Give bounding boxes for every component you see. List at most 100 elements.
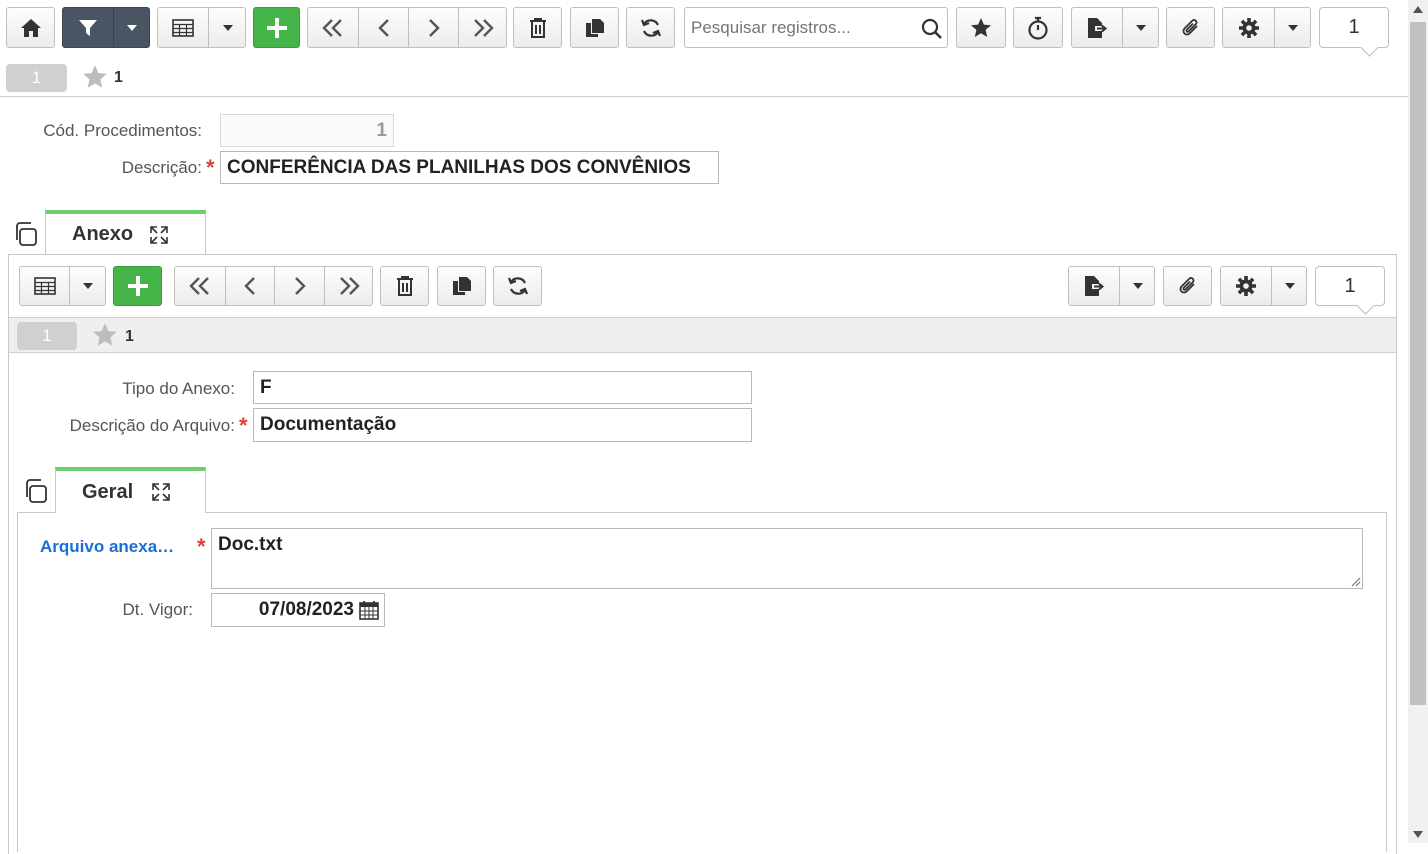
- favorite-star-icon[interactable]: [82, 64, 108, 89]
- sub-record-bar: [9, 317, 1396, 353]
- search-input[interactable]: [689, 14, 909, 42]
- scroll-down-icon[interactable]: [1413, 831, 1423, 838]
- arquivo-anexado-link[interactable]: Arquivo anexa…: [40, 537, 174, 557]
- grid-icon: [172, 18, 194, 37]
- sub-record-number-box[interactable]: 1: [1315, 266, 1385, 306]
- add-button[interactable]: [253, 7, 300, 48]
- export-dropdown[interactable]: [1122, 8, 1159, 47]
- required-mark: *: [206, 155, 215, 180]
- sub-add-button[interactable]: [113, 266, 162, 306]
- sub-grid-view-button[interactable]: [20, 267, 69, 305]
- arquivo-anexado-field[interactable]: Doc.txt: [211, 528, 1363, 589]
- cod-procedimentos-field: 1: [220, 114, 394, 147]
- sub-export-dropdown[interactable]: [1119, 267, 1155, 305]
- sub-first-record-button[interactable]: [175, 267, 225, 305]
- dt-vigor-label: Dt. Vigor:: [122, 600, 193, 619]
- tab-geral-label: Geral: [82, 480, 134, 503]
- sub-record-number: 1: [1344, 274, 1356, 297]
- sub-settings-dropdown[interactable]: [1271, 267, 1307, 305]
- record-pill[interactable]: 1: [6, 64, 67, 92]
- dt-vigor-value: 07/08/2023: [258, 599, 354, 620]
- home-button[interactable]: [6, 7, 55, 48]
- filter-button[interactable]: [63, 8, 113, 47]
- timer-button[interactable]: [1013, 7, 1063, 48]
- attachment-button[interactable]: [1166, 7, 1215, 48]
- chevron-down-icon: [222, 24, 233, 31]
- calendar-icon[interactable]: [359, 600, 379, 620]
- grid-view-dropdown[interactable]: [208, 8, 246, 47]
- required-mark: *: [197, 534, 206, 559]
- tipo-anexo-field[interactable]: F: [253, 371, 752, 404]
- scroll-up-icon[interactable]: [1413, 6, 1423, 13]
- chevron-down-icon: [1284, 283, 1295, 289]
- sub-duplicate-button[interactable]: [437, 266, 486, 306]
- duplicate-button[interactable]: [570, 7, 619, 48]
- sub-export-button[interactable]: [1069, 267, 1119, 305]
- last-record-button[interactable]: [458, 8, 507, 47]
- filter-button-group[interactable]: [62, 7, 150, 48]
- export-button-group[interactable]: [1071, 7, 1159, 48]
- sub-grid-view-dropdown[interactable]: [69, 267, 106, 305]
- sub-settings-button-group[interactable]: [1220, 266, 1307, 306]
- double-chevron-left-icon: [321, 18, 345, 38]
- sub-refresh-button[interactable]: [493, 266, 542, 306]
- sub-attachment-button[interactable]: [1163, 266, 1212, 306]
- sub-last-record-button[interactable]: [324, 267, 373, 305]
- descricao-arquivo-field[interactable]: Documentação: [253, 408, 752, 442]
- refresh-icon: [507, 275, 529, 297]
- vertical-scrollbar[interactable]: [1408, 0, 1428, 843]
- gear-icon: [1238, 17, 1260, 39]
- record-number-box[interactable]: 1: [1319, 7, 1389, 48]
- expand-icon[interactable]: [151, 482, 171, 502]
- tab-geral[interactable]: Geral: [55, 467, 206, 513]
- next-record-button[interactable]: [408, 8, 458, 47]
- first-record-button[interactable]: [308, 8, 358, 47]
- copy-icon: [585, 18, 605, 38]
- expand-icon[interactable]: [149, 225, 169, 245]
- settings-dropdown[interactable]: [1274, 8, 1311, 47]
- double-chevron-left-icon: [188, 276, 212, 296]
- record-number: 1: [1348, 16, 1360, 38]
- prev-record-button[interactable]: [358, 8, 408, 47]
- sub-prev-record-button[interactable]: [225, 267, 274, 305]
- chevron-down-icon: [1132, 283, 1143, 289]
- divider: [0, 96, 1408, 97]
- sub-record-pill[interactable]: 1: [17, 322, 77, 350]
- sub-favorite-count: 1: [125, 328, 134, 345]
- descricao-arquivo-label: Descrição do Arquivo:: [69, 416, 235, 435]
- sub-delete-button[interactable]: [380, 266, 429, 306]
- export-button[interactable]: [1072, 8, 1122, 47]
- grid-view-group[interactable]: [157, 7, 246, 48]
- favorite-star-icon[interactable]: [92, 322, 118, 347]
- paperclip-icon: [1177, 275, 1199, 297]
- favorites-button[interactable]: [956, 7, 1006, 48]
- search-box[interactable]: [684, 7, 948, 48]
- chevron-down-icon: [83, 283, 93, 289]
- grid-view-button[interactable]: [158, 8, 208, 47]
- refresh-button[interactable]: [626, 7, 675, 48]
- nav-button-group[interactable]: [307, 7, 507, 48]
- descricao-field[interactable]: CONFERÊNCIA DAS PLANILHAS DOS CONVÊNIOS: [220, 151, 719, 184]
- tab-anexo[interactable]: Anexo: [45, 210, 206, 255]
- search-icon[interactable]: [921, 18, 943, 40]
- chevron-down-icon: [1136, 24, 1146, 31]
- settings-button[interactable]: [1223, 8, 1274, 47]
- copy-tab-icon[interactable]: [12, 221, 38, 247]
- sub-grid-view-group[interactable]: [19, 266, 106, 306]
- filter-dropdown[interactable]: [113, 8, 150, 47]
- delete-button[interactable]: [513, 7, 562, 48]
- chevron-down-icon: [1288, 24, 1298, 31]
- sub-nav-button-group[interactable]: [174, 266, 373, 306]
- copy-tab-icon[interactable]: [22, 478, 48, 504]
- trash-icon: [529, 17, 547, 39]
- chevron-right-icon: [293, 276, 307, 296]
- resize-handle-icon[interactable]: [1349, 575, 1361, 587]
- favorite-count: 1: [114, 69, 123, 86]
- scrollbar-thumb[interactable]: [1410, 22, 1426, 705]
- sub-export-button-group[interactable]: [1068, 266, 1155, 306]
- sub-settings-button[interactable]: [1221, 267, 1271, 305]
- sub-next-record-button[interactable]: [274, 267, 324, 305]
- home-icon: [20, 18, 42, 38]
- chevron-right-icon: [427, 18, 441, 38]
- settings-button-group[interactable]: [1222, 7, 1311, 48]
